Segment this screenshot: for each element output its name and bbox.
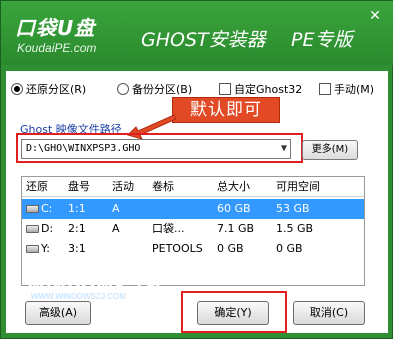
radio-checked-icon: [11, 83, 23, 95]
app-logo-url: KoudaiPE.com: [17, 41, 97, 55]
partition-table: 还原 盘号 活动 卷标 总大小 可用空间 C: 1:1 A 60 GB 53 G…: [21, 176, 365, 286]
free-cell: 1.5 GB: [276, 222, 314, 235]
disk-cell: 3:1: [68, 242, 86, 255]
manual-label: 手动(M): [334, 83, 375, 96]
table-row[interactable]: D: 2:1 A 口袋... 7.1 GB 1.5 GB: [22, 219, 364, 239]
manual-checkbox[interactable]: 手动(M): [319, 79, 374, 99]
app-edition: PE专版: [291, 29, 353, 51]
drive-cell: D:: [26, 219, 53, 239]
watermark-url: WWW.WINDOWSZJ.COM: [31, 292, 127, 301]
chevron-down-icon[interactable]: ▼: [281, 140, 287, 158]
drive-icon: [26, 245, 39, 253]
free-cell: 0 GB: [276, 242, 303, 255]
drive-cell: C:: [26, 199, 52, 219]
column-header: 还原: [26, 180, 48, 193]
more-button[interactable]: 更多(M): [302, 140, 358, 160]
image-path-select[interactable]: D:\GHO\WINXPSP3.GHO ▼: [21, 139, 291, 159]
radio-unchecked-icon: [117, 83, 129, 95]
table-row[interactable]: Y: 3:1 PETOOLS 0 GB 0 GB: [22, 239, 364, 259]
free-cell: 53 GB: [276, 202, 310, 215]
mode-options: 还原分区(R) 备份分区(B) 自定Ghost32 手动(M): [9, 79, 385, 99]
label-cell: 口袋...: [152, 222, 185, 235]
restore-partition-radio[interactable]: 还原分区(R): [11, 79, 86, 99]
custom-ghost-checkbox[interactable]: 自定Ghost32: [219, 79, 302, 99]
active-cell: A: [112, 222, 120, 235]
restore-partition-label: 还原分区(R): [26, 83, 87, 96]
drive-icon: [26, 225, 39, 233]
checkbox-icon: [219, 83, 231, 95]
column-header: 活动: [112, 180, 134, 193]
total-cell: 0 GB: [217, 242, 244, 255]
cancel-button[interactable]: 取消(C): [293, 301, 365, 325]
active-cell: A: [112, 202, 120, 215]
table-row[interactable]: C: 1:1 A 60 GB 53 GB: [22, 199, 364, 219]
app-title: GHOST安装器: [141, 29, 266, 51]
backup-partition-label: 备份分区(B): [132, 83, 193, 96]
column-header: 可用空间: [276, 180, 320, 193]
ghost-installer-window: 口袋U盘 KoudaiPE.com GHOST安装器 PE专版 ✕ 还原分区(R…: [0, 0, 393, 339]
total-cell: 60 GB: [217, 202, 251, 215]
advanced-button[interactable]: 高级(A): [25, 301, 91, 325]
disk-cell: 2:1: [68, 222, 86, 235]
custom-ghost-label: 自定Ghost32: [234, 83, 303, 96]
column-header: 卷标: [152, 180, 174, 193]
column-header: 总大小: [217, 180, 250, 193]
ok-button[interactable]: 确定(Y): [197, 301, 269, 325]
image-path-value: D:\GHO\WINXPSP3.GHO: [26, 143, 141, 154]
window-header: 口袋U盘 KoudaiPE.com GHOST安装器 PE专版 ✕: [1, 1, 393, 65]
column-header: 盘号: [68, 180, 90, 193]
drive-cell: Y:: [26, 239, 50, 259]
drive-icon: [26, 205, 39, 213]
backup-partition-radio[interactable]: 备份分区(B): [117, 79, 192, 99]
checkbox-icon: [319, 83, 331, 95]
table-header: 还原 盘号 活动 卷标 总大小 可用空间: [22, 177, 364, 197]
disk-cell: 1:1: [68, 202, 86, 215]
close-icon[interactable]: ✕: [366, 7, 384, 25]
label-cell: PETOOLS: [152, 242, 203, 255]
annotation-banner: 默认即可: [172, 97, 280, 123]
app-logo: 口袋U盘: [15, 16, 96, 40]
total-cell: 7.1 GB: [217, 222, 255, 235]
